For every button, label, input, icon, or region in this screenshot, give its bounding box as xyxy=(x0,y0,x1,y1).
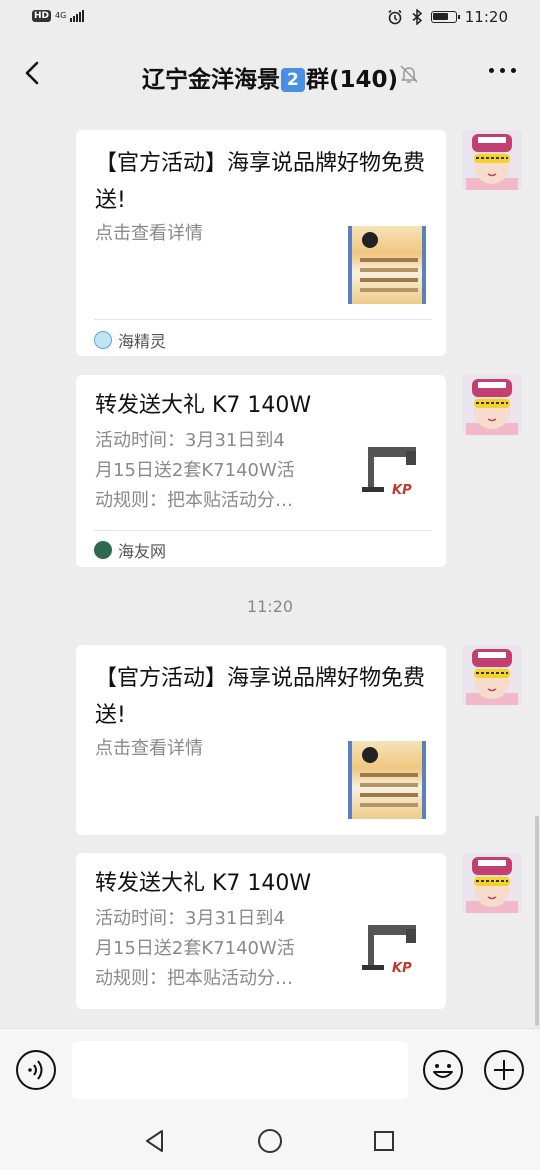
nav-home-icon[interactable] xyxy=(257,1128,283,1154)
mini-program-card[interactable]: 【官方活动】海享说品牌好物免费送! 点击查看详情 海精灵 xyxy=(76,130,446,356)
divider xyxy=(94,319,432,320)
status-time: 11:20 xyxy=(464,8,508,26)
brand-mark: KP xyxy=(392,483,412,498)
system-nav-bar xyxy=(0,1112,540,1170)
card-desc: 点击查看详情 xyxy=(95,223,203,244)
card-thumbnail: KP xyxy=(348,427,426,505)
card-title: 【官方活动】海享说品牌好物免费送! xyxy=(95,151,426,213)
fish-icon xyxy=(94,541,112,559)
chat-timestamp: 11:20 xyxy=(246,597,294,616)
card-title: 【官方活动】海享说品牌好物免费送! xyxy=(95,666,426,728)
ocean-icon xyxy=(94,331,112,349)
source-name: 海精灵 xyxy=(118,332,167,351)
emoji-icon[interactable] xyxy=(422,1049,464,1091)
signal-icon xyxy=(70,10,85,22)
chat-header: 辽宁金洋海景 2 群(140) xyxy=(0,38,540,110)
avatar[interactable] xyxy=(462,375,522,435)
card-thumbnail xyxy=(348,741,426,819)
link-card[interactable]: 转发送大礼 K7 140W 活动时间：3月31日到4 月15日送2套K7140W… xyxy=(76,853,446,1009)
card-source: 海精灵 xyxy=(94,328,166,352)
card-desc-line: 活动时间：3月31日到4 xyxy=(95,430,285,451)
input-bar xyxy=(0,1028,540,1112)
more-options-icon[interactable] xyxy=(489,68,516,73)
battery-icon xyxy=(430,11,460,23)
card-desc-line: 活动时间：3月31日到4 xyxy=(95,908,285,929)
chat-title: 辽宁金洋海景 2 群(140) xyxy=(0,60,540,94)
source-name: 海友网 xyxy=(118,542,167,561)
card-desc-line: 动规则：把本贴活动分… xyxy=(95,968,293,989)
card-desc: 点击查看详情 xyxy=(95,738,203,759)
card-title: 转发送大礼 K7 140W xyxy=(95,393,312,418)
nav-recent-icon[interactable] xyxy=(373,1130,395,1152)
avatar[interactable] xyxy=(462,130,522,190)
voice-icon[interactable] xyxy=(15,1049,57,1091)
card-desc-line: 动规则：把本贴活动分… xyxy=(95,490,293,511)
message-input[interactable] xyxy=(72,1041,408,1099)
network-type: 4G xyxy=(55,11,67,20)
avatar[interactable] xyxy=(462,645,522,705)
plus-icon[interactable] xyxy=(483,1049,525,1091)
hd-badge: HD xyxy=(32,10,52,22)
link-card[interactable]: 转发送大礼 K7 140W 活动时间：3月31日到4 月15日送2套K7140W… xyxy=(76,375,446,567)
mute-bell-icon xyxy=(400,65,418,83)
chat-messages[interactable]: 【官方活动】海享说品牌好物免费送! 点击查看详情 海精灵 转发送大礼 K7 14… xyxy=(0,110,540,1028)
status-bar: HD 4G 11:20 xyxy=(0,0,540,38)
brand-mark: KP xyxy=(392,961,412,976)
card-source: 海友网 xyxy=(94,538,166,562)
nav-back-icon[interactable] xyxy=(142,1128,168,1154)
card-title: 转发送大礼 K7 140W xyxy=(95,871,312,896)
title-badge: 2 xyxy=(280,68,305,92)
card-desc-line: 月15日送2套K7140W活 xyxy=(95,938,295,959)
card-desc-line: 月15日送2套K7140W活 xyxy=(95,460,295,481)
title-suffix: 群(140) xyxy=(305,67,399,93)
title-prefix: 辽宁金洋海景 xyxy=(141,67,280,93)
divider xyxy=(94,530,432,531)
avatar[interactable] xyxy=(462,853,522,913)
scrollbar[interactable] xyxy=(535,816,539,1026)
card-thumbnail: KP xyxy=(348,905,426,983)
card-thumbnail xyxy=(348,226,426,304)
alarm-icon xyxy=(388,9,402,25)
bluetooth-icon xyxy=(412,9,422,25)
mini-program-card[interactable]: 【官方活动】海享说品牌好物免费送! 点击查看详情 xyxy=(76,645,446,835)
